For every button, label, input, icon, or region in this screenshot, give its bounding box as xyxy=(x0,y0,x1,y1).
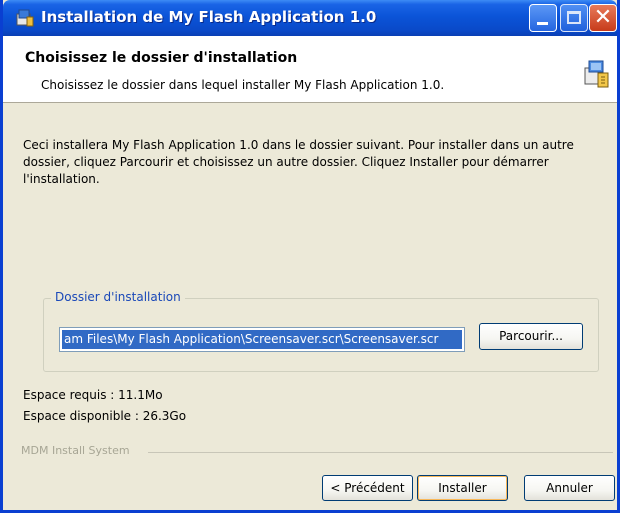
maximize-icon xyxy=(567,11,581,24)
install-description: Ceci installera My Flash Application 1.0… xyxy=(23,138,574,186)
browse-button[interactable]: Parcourir... xyxy=(479,323,583,350)
branding-text: MDM Install System xyxy=(21,444,130,457)
minimize-icon xyxy=(537,22,548,25)
branding-divider xyxy=(148,452,613,453)
cancel-button[interactable]: Annuler xyxy=(524,475,615,501)
page-subtitle: Choisissez le dossier dans lequel instal… xyxy=(41,78,445,92)
destination-path-value: am Files\My Flash Application\Screensave… xyxy=(62,330,462,349)
space-required: Espace requis : 11.1Mo xyxy=(23,388,163,402)
installer-window: Installation de My Flash Application 1.0… xyxy=(0,0,620,513)
title-bar[interactable]: Installation de My Flash Application 1.0… xyxy=(3,0,617,36)
maximize-button[interactable] xyxy=(560,4,588,32)
destination-path-input[interactable]: am Files\My Flash Application\Screensave… xyxy=(59,327,465,352)
wizard-header: Choisissez le dossier d'installation Cho… xyxy=(3,36,617,103)
close-button[interactable]: ✕ xyxy=(589,4,617,32)
minimize-button[interactable] xyxy=(529,4,557,32)
space-available: Espace disponible : 26.3Go xyxy=(23,409,187,423)
destination-folder-label: Dossier d'installation xyxy=(51,290,185,304)
page-title: Choisissez le dossier d'installation xyxy=(25,50,298,66)
install-button[interactable]: Installer xyxy=(417,475,508,501)
close-icon: ✕ xyxy=(593,5,613,30)
window-title: Installation de My Flash Application 1.0 xyxy=(41,8,377,26)
installer-app-icon xyxy=(16,9,34,27)
installer-header-icon xyxy=(584,60,609,88)
previous-button[interactable]: < Précédent xyxy=(322,475,413,501)
